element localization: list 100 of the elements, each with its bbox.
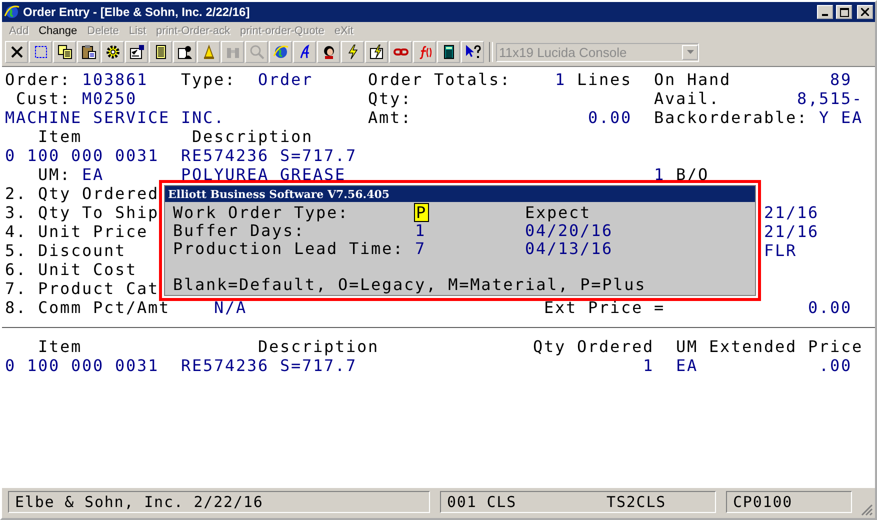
field-label: 4. Unit Price xyxy=(5,222,148,241)
gear-button[interactable] xyxy=(101,41,124,63)
status-text: CP0100 xyxy=(733,493,793,511)
selection-icon xyxy=(32,44,48,60)
script-button[interactable] xyxy=(293,41,316,63)
paste-icon xyxy=(80,44,96,60)
help-pointer-icon xyxy=(464,44,480,60)
table-cell: .00 xyxy=(819,356,852,375)
field-value: 103861 xyxy=(82,70,148,89)
maximize-button[interactable] xyxy=(836,5,852,19)
field-value: RE574236 S=717.7 xyxy=(181,146,358,165)
field-label: On Hand xyxy=(654,70,732,89)
calculator-button[interactable] xyxy=(437,41,460,63)
help-pointer-button[interactable] xyxy=(461,41,484,63)
column-header: UM xyxy=(676,337,698,356)
field-value: 89 xyxy=(830,70,852,89)
field-value: 21/16 xyxy=(764,222,820,241)
field-label: Item xyxy=(38,127,82,146)
field-label: Type: xyxy=(181,70,236,89)
field-label: 5. Discount xyxy=(5,241,126,260)
lightning-button[interactable] xyxy=(341,41,364,63)
lightning-document-icon xyxy=(368,44,384,60)
field-value: 1 xyxy=(654,165,666,184)
field-label: Description xyxy=(192,127,314,146)
caret-icon xyxy=(686,50,694,54)
field-label: 3. Qty To Ship xyxy=(5,203,160,222)
field-label: 6. Unit Cost xyxy=(5,260,138,279)
field-label: Lines xyxy=(577,70,632,89)
input-field[interactable]: 1 xyxy=(415,222,426,238)
status-text: TS2CLS xyxy=(606,493,666,511)
field-value: N/A xyxy=(214,298,248,317)
close-icon xyxy=(8,44,24,60)
resize-grip[interactable] xyxy=(861,504,873,516)
field-value: Y EA xyxy=(819,108,864,127)
field-label: Amt: xyxy=(368,108,412,127)
column-header: Extended Price xyxy=(709,337,864,356)
field-value: 0 100 000 0031 xyxy=(5,146,160,165)
close-icon xyxy=(861,8,869,16)
field-value: FLR xyxy=(764,241,798,260)
field-label: B/O xyxy=(676,165,710,184)
table-cell: 0 100 000 0031 xyxy=(5,356,160,375)
field-label: Expect xyxy=(525,204,592,220)
field-value: M0250 xyxy=(82,89,138,108)
menu-item[interactable]: Change xyxy=(34,25,82,37)
copy-icon xyxy=(56,44,72,60)
field-label: UM: xyxy=(38,165,72,184)
globe-icon xyxy=(272,44,288,60)
field-value: EA xyxy=(82,165,104,184)
field-value: 0.00 xyxy=(808,298,852,317)
field-label: Ext Price = xyxy=(544,298,666,317)
field-label: Cust: xyxy=(16,89,72,108)
gear-icon xyxy=(104,44,120,60)
column-header: Item xyxy=(38,337,82,356)
table-cell: 1 xyxy=(643,356,654,375)
properties-icon xyxy=(128,44,144,60)
table-cell: EA xyxy=(676,356,698,375)
status-text: Elbe & Sohn, Inc. 2/22/16 xyxy=(15,493,264,511)
chain-link-button[interactable] xyxy=(389,41,412,63)
field-value: 21/16 xyxy=(764,203,820,222)
person-document-button[interactable] xyxy=(173,41,196,63)
status-text: 001 CLS xyxy=(447,493,517,511)
properties-button[interactable] xyxy=(125,41,148,63)
field-label: Order: xyxy=(5,70,72,89)
field-value: 04/13/16 xyxy=(525,240,614,256)
legend-text: Blank=Default, O=Legacy, M=Material, P=Plus xyxy=(173,276,646,292)
field-value: 8,515- xyxy=(797,89,864,108)
column-header: Description xyxy=(258,337,380,356)
field-label: 7. Product Cat xyxy=(5,279,160,298)
field-value: 0.00 xyxy=(588,108,632,127)
input-field[interactable]: 7 xyxy=(415,240,426,256)
person-button[interactable] xyxy=(317,41,340,63)
field-value: Order xyxy=(258,70,314,89)
field-label: Order Totals: xyxy=(368,70,512,89)
close-button[interactable] xyxy=(857,5,873,19)
table-cell: RE574236 S=717.7 xyxy=(181,356,358,375)
field-label: Qty: xyxy=(368,89,412,108)
field-label: 8. Comm Pct/Amt xyxy=(5,298,170,317)
copy-button[interactable] xyxy=(53,41,76,63)
field-label: Work Order Type: xyxy=(173,204,350,220)
selection-button[interactable] xyxy=(29,41,52,63)
globe-icon xyxy=(4,4,20,20)
notepad-button[interactable] xyxy=(149,41,172,63)
field-value: 1 xyxy=(555,70,566,89)
field-label: Buffer Days: xyxy=(173,222,306,238)
minimize-button[interactable] xyxy=(817,5,833,19)
field-value: 04/20/16 xyxy=(525,222,614,238)
close-button[interactable] xyxy=(5,41,28,63)
field-label: 2. Qty Ordered xyxy=(5,184,160,203)
input-field[interactable]: P xyxy=(415,204,428,220)
function-button[interactable] xyxy=(413,41,436,63)
search-icon xyxy=(248,44,264,60)
field-label: Avail. xyxy=(654,89,720,108)
field-value: POLYUREA GREASE xyxy=(181,165,346,184)
maximize-icon xyxy=(840,8,848,16)
lightning-document-button[interactable] xyxy=(365,41,388,63)
field-label: Production Lead Time: xyxy=(173,240,404,256)
column-header: Qty Ordered xyxy=(533,337,654,356)
dialog-title: Elliott Business Software V7.56.405 xyxy=(165,186,755,202)
paste-button[interactable] xyxy=(77,41,100,63)
globe-button[interactable] xyxy=(269,41,292,63)
